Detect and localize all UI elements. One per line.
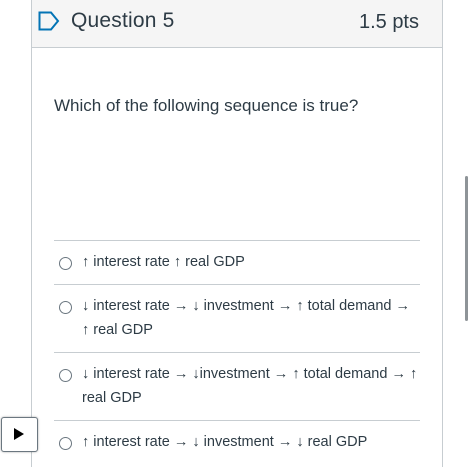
answer-option-1[interactable]: ↑ interest rate ↑ real GDP <box>54 240 420 284</box>
question-points: 1.5 pts <box>358 11 419 33</box>
answer-list: ↑ interest rate ↑ real GDP ↓ interest ra… <box>54 240 420 466</box>
answer-option-2[interactable]: ↓ interest rate → ↓ investment → ↑ total… <box>54 284 420 352</box>
answer-label[interactable]: ↑ interest rate ↑ real GDP <box>82 250 418 274</box>
question-title: Question 5 <box>71 9 175 32</box>
answer-label[interactable]: ↓ interest rate → ↓investment → ↑ total … <box>82 362 418 410</box>
flag-question-icon[interactable] <box>38 11 60 31</box>
answer-label[interactable]: ↑ interest rate → ↓ investment → ↓ real … <box>82 430 418 454</box>
radio-button[interactable] <box>59 369 72 382</box>
answer-option-4[interactable]: ↑ interest rate → ↓ investment → ↓ real … <box>54 420 420 466</box>
question-card: Question 5 1.5 pts Which of the followin… <box>31 0 443 467</box>
scrollbar[interactable] <box>465 176 468 321</box>
question-text: Which of the following sequence is true? <box>54 96 359 115</box>
radio-button[interactable] <box>59 437 72 450</box>
answer-option-3[interactable]: ↓ interest rate → ↓investment → ↑ total … <box>54 352 420 420</box>
radio-button[interactable] <box>59 301 72 314</box>
radio-button[interactable] <box>59 257 72 270</box>
answer-label[interactable]: ↓ interest rate → ↓ investment → ↑ total… <box>82 294 418 342</box>
question-header: Question 5 1.5 pts <box>32 0 442 48</box>
play-icon <box>14 428 24 440</box>
play-button[interactable] <box>1 417 38 452</box>
